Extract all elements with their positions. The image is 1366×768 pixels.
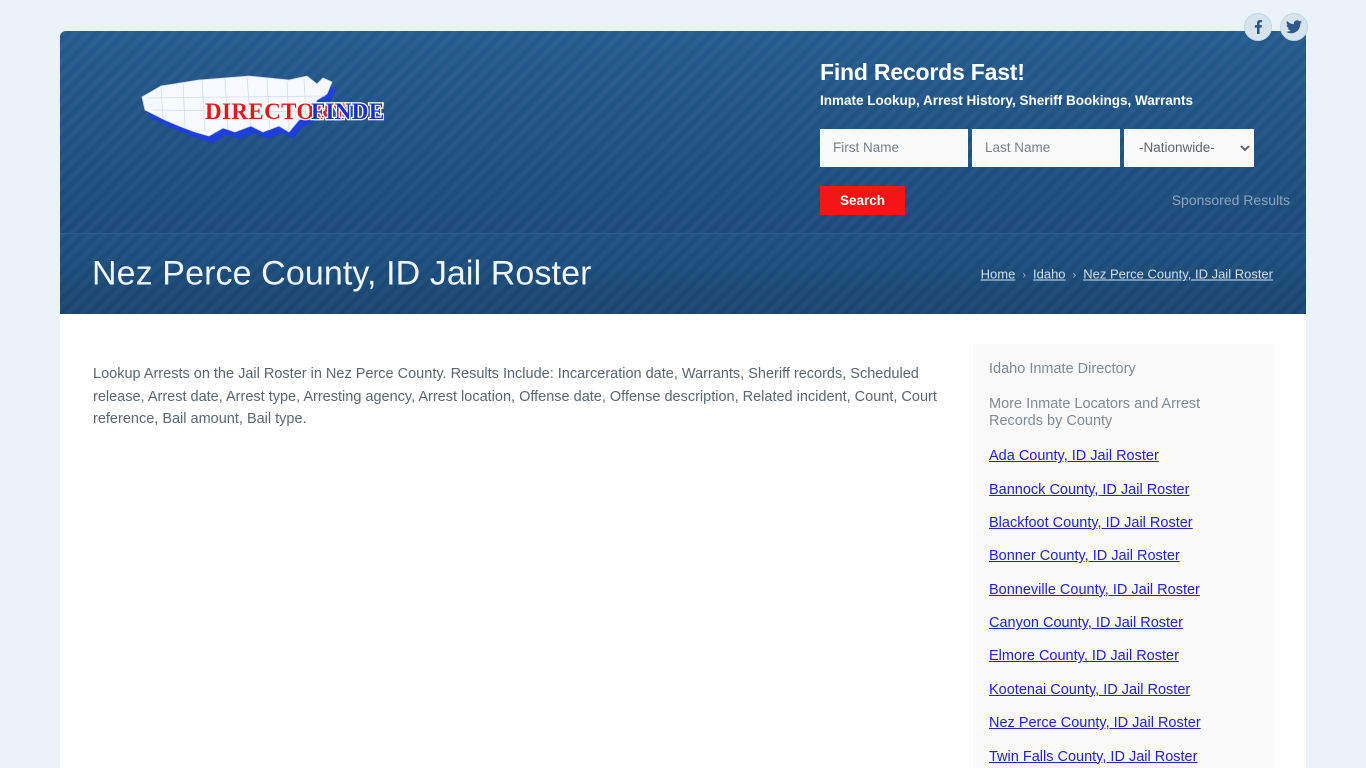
twitter-glyph xyxy=(1286,20,1302,34)
sidebar: Idaho Inmate Directory More Inmate Locat… xyxy=(973,344,1273,768)
sidebar-link-ada[interactable]: Ada County, ID Jail Roster xyxy=(989,448,1257,465)
site-logo[interactable]: DIRECTORY FINDER xyxy=(139,70,384,150)
social-links xyxy=(1244,13,1308,41)
breadcrumb: Home › Idaho › Nez Perce County, ID Jail Ros… xyxy=(981,267,1273,282)
facebook-glyph xyxy=(1254,20,1263,34)
sidebar-county-links: Ada County, ID Jail Roster Bannock Count… xyxy=(989,448,1257,768)
sidebar-link-canyon[interactable]: Canyon County, ID Jail Roster xyxy=(989,615,1257,632)
sidebar-link-kootenai[interactable]: Kootenai County, ID Jail Roster xyxy=(989,682,1257,699)
breadcrumb-item-home[interactable]: Home xyxy=(981,267,1016,282)
sidebar-link-nez-perce[interactable]: Nez Perce County, ID Jail Roster xyxy=(989,715,1257,732)
breadcrumb-item-current[interactable]: Nez Perce County, ID Jail Roster xyxy=(1083,267,1273,282)
main-column: Lookup Arrests on the Jail Roster in Nez… xyxy=(93,363,953,431)
header-search-form: Find Records Fast! Inmate Lookup, Arrest… xyxy=(820,59,1290,215)
page-root: DIRECTORY FINDER Find Records Fast! Inma… xyxy=(0,0,1366,768)
find-records-title: Find Records Fast! xyxy=(820,59,1025,85)
sidebar-link-bonneville[interactable]: Bonneville County, ID Jail Roster xyxy=(989,582,1257,599)
find-records-subtitle: Inmate Lookup, Arrest History, Sheriff B… xyxy=(820,92,1194,108)
twitter-icon[interactable] xyxy=(1280,13,1308,41)
sidebar-link-bonner[interactable]: Bonner County, ID Jail Roster xyxy=(989,548,1257,565)
sidebar-link-elmore[interactable]: Elmore County, ID Jail Roster xyxy=(989,648,1257,665)
site-container: DIRECTORY FINDER Find Records Fast! Inma… xyxy=(60,31,1306,768)
sidebar-link-twin-falls[interactable]: Twin Falls County, ID Jail Roster xyxy=(989,749,1257,766)
breadcrumb-separator: › xyxy=(1022,269,1026,282)
breadcrumb-separator: › xyxy=(1072,269,1077,282)
search-button[interactable]: Search xyxy=(820,185,906,215)
site-header: DIRECTORY FINDER Find Records Fast! Inma… xyxy=(60,31,1306,233)
main-content: Lookup Arrests on the Jail Roster in Nez… xyxy=(60,314,1306,768)
logo-word-finder: FINDER xyxy=(311,99,384,124)
search-action-row: Search Sponsored Results xyxy=(820,185,1290,215)
search-fields-row: -Nationwide- xyxy=(820,128,1290,167)
last-name-input[interactable] xyxy=(972,128,1120,167)
facebook-icon[interactable] xyxy=(1244,13,1272,41)
directory-finder-logo: DIRECTORY FINDER xyxy=(141,75,384,143)
sidebar-heading: Idaho Inmate Directory xyxy=(989,361,1136,377)
state-select[interactable]: -Nationwide- xyxy=(1124,128,1254,167)
sidebar-subheading: More Inmate Locators and Arrest Records … xyxy=(989,396,1201,430)
breadcrumb-item-idaho[interactable]: Idaho xyxy=(1033,267,1066,282)
intro-paragraph: Lookup Arrests on the Jail Roster in Nez… xyxy=(93,366,937,427)
sponsored-results-label: Sponsored Results xyxy=(1171,192,1290,209)
first-name-input[interactable] xyxy=(820,128,968,167)
sidebar-link-bannock[interactable]: Bannock County, ID Jail Roster xyxy=(989,482,1257,499)
page-title-band: Nez Perce County, ID Jail Roster Home › Id… xyxy=(60,233,1306,314)
sidebar-link-blackfoot[interactable]: Blackfoot County, ID Jail Roster xyxy=(989,515,1257,532)
page-title: Nez Perce County, ID Jail Roster xyxy=(92,254,592,293)
